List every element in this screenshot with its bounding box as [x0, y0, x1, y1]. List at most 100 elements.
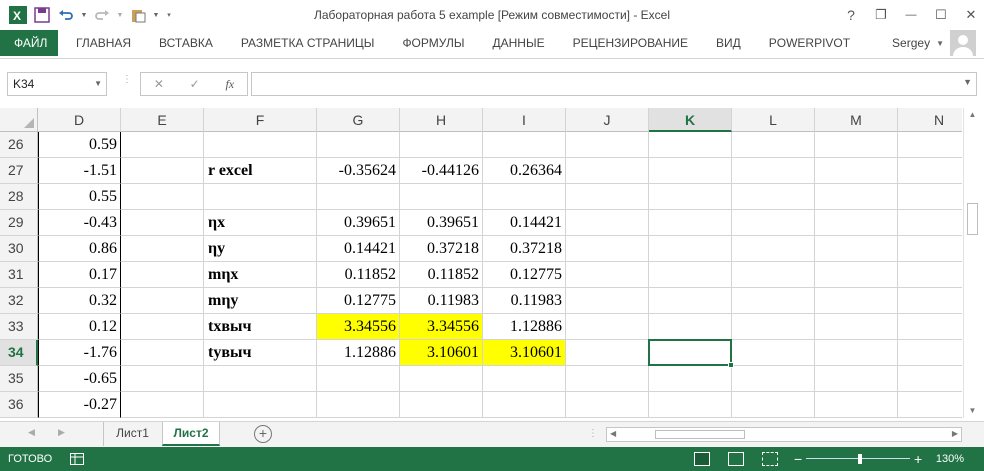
cell-l36[interactable]: [732, 392, 815, 418]
scroll-down-icon[interactable]: ▼: [964, 406, 981, 415]
cell-j34[interactable]: [566, 340, 649, 366]
vertical-scrollbar[interactable]: ▲ ▼: [963, 108, 980, 418]
cell-m30[interactable]: [815, 236, 898, 262]
cell-n29[interactable]: [898, 210, 962, 236]
cell-j28[interactable]: [566, 184, 649, 210]
scroll-right-icon[interactable]: ▶: [952, 429, 958, 438]
cell-k33[interactable]: [649, 314, 732, 340]
cell-e35[interactable]: [121, 366, 204, 392]
user-area[interactable]: Sergey ▼: [892, 28, 984, 58]
cell-m31[interactable]: [815, 262, 898, 288]
save-icon[interactable]: [30, 3, 54, 27]
tab-formulas[interactable]: ФОРМУЛЫ: [388, 30, 478, 56]
cell-i29[interactable]: 0.14421: [483, 210, 566, 236]
cell-f27[interactable]: r excel: [204, 158, 317, 184]
row-header-30[interactable]: 30: [0, 236, 38, 262]
cell-l34[interactable]: [732, 340, 815, 366]
column-header-j[interactable]: J: [566, 108, 649, 132]
tab-view[interactable]: ВИД: [702, 30, 755, 56]
cell-g35[interactable]: [317, 366, 400, 392]
cell-g33[interactable]: 3.34556: [317, 314, 400, 340]
row-header-26[interactable]: 26: [0, 132, 38, 158]
cell-e27[interactable]: [121, 158, 204, 184]
cell-l29[interactable]: [732, 210, 815, 236]
cell-g32[interactable]: 0.12775: [317, 288, 400, 314]
name-box-dropdown-icon[interactable]: ▼: [94, 73, 102, 95]
cell-d27[interactable]: -1.51: [38, 158, 121, 184]
cell-j29[interactable]: [566, 210, 649, 236]
cell-e32[interactable]: [121, 288, 204, 314]
cell-j32[interactable]: [566, 288, 649, 314]
cell-m26[interactable]: [815, 132, 898, 158]
cell-d26[interactable]: 0.59: [38, 132, 121, 158]
column-header-m[interactable]: M: [815, 108, 898, 132]
cell-g34[interactable]: 1.12886: [317, 340, 400, 366]
sheet-tab-2[interactable]: Лист2: [162, 422, 220, 446]
column-header-h[interactable]: H: [400, 108, 483, 132]
cell-k30[interactable]: [649, 236, 732, 262]
cell-l30[interactable]: [732, 236, 815, 262]
cell-k28[interactable]: [649, 184, 732, 210]
cell-h26[interactable]: [400, 132, 483, 158]
cell-n34[interactable]: [898, 340, 962, 366]
cell-f34[interactable]: tyвыч: [204, 340, 317, 366]
cell-h33[interactable]: 3.34556: [400, 314, 483, 340]
vertical-scroll-thumb[interactable]: [967, 203, 978, 235]
macro-record-icon[interactable]: [70, 453, 84, 468]
undo-icon[interactable]: [54, 3, 78, 27]
cell-n30[interactable]: [898, 236, 962, 262]
cell-h35[interactable]: [400, 366, 483, 392]
cell-g31[interactable]: 0.11852: [317, 262, 400, 288]
horizontal-scroll-thumb[interactable]: [655, 430, 745, 439]
cell-j27[interactable]: [566, 158, 649, 184]
cell-n27[interactable]: [898, 158, 962, 184]
cell-e28[interactable]: [121, 184, 204, 210]
row-header-28[interactable]: 28: [0, 184, 38, 210]
cell-n33[interactable]: [898, 314, 962, 340]
cell-i26[interactable]: [483, 132, 566, 158]
tab-data[interactable]: ДАННЫЕ: [478, 30, 558, 56]
cell-j31[interactable]: [566, 262, 649, 288]
cell-j35[interactable]: [566, 366, 649, 392]
tab-split-grip-icon[interactable]: ⋮: [588, 428, 598, 439]
cell-j36[interactable]: [566, 392, 649, 418]
cell-j30[interactable]: [566, 236, 649, 262]
cell-h32[interactable]: 0.11983: [400, 288, 483, 314]
row-header-29[interactable]: 29: [0, 210, 38, 236]
cell-k29[interactable]: [649, 210, 732, 236]
cell-f35[interactable]: [204, 366, 317, 392]
row-header-35[interactable]: 35: [0, 366, 38, 392]
cell-k32[interactable]: [649, 288, 732, 314]
sheet-tab-1[interactable]: Лист1: [103, 422, 161, 446]
cell-k36[interactable]: [649, 392, 732, 418]
cell-n36[interactable]: [898, 392, 962, 418]
cell-i31[interactable]: 0.12775: [483, 262, 566, 288]
cell-f26[interactable]: [204, 132, 317, 158]
cell-h29[interactable]: 0.39651: [400, 210, 483, 236]
cell-l33[interactable]: [732, 314, 815, 340]
zoom-slider-knob[interactable]: [858, 454, 862, 464]
cell-i36[interactable]: [483, 392, 566, 418]
cell-m36[interactable]: [815, 392, 898, 418]
cell-h36[interactable]: [400, 392, 483, 418]
page-layout-view-icon[interactable]: [728, 452, 744, 466]
redo-dropdown-icon[interactable]: ▼: [114, 3, 126, 27]
scroll-up-icon[interactable]: ▲: [964, 110, 981, 119]
tab-powerpivot[interactable]: POWERPIVOT: [755, 30, 864, 56]
cell-h30[interactable]: 0.37218: [400, 236, 483, 262]
row-header-31[interactable]: 31: [0, 262, 38, 288]
column-header-k[interactable]: K: [649, 108, 732, 132]
minimize-button[interactable]: —: [896, 0, 926, 30]
cell-i33[interactable]: 1.12886: [483, 314, 566, 340]
column-header-e[interactable]: E: [121, 108, 204, 132]
select-all-corner[interactable]: [0, 108, 38, 132]
cell-e31[interactable]: [121, 262, 204, 288]
zoom-in-button[interactable]: +: [914, 447, 922, 471]
row-header-27[interactable]: 27: [0, 158, 38, 184]
cell-i30[interactable]: 0.37218: [483, 236, 566, 262]
cell-d35[interactable]: -0.65: [38, 366, 121, 392]
cell-l26[interactable]: [732, 132, 815, 158]
cell-d34[interactable]: -1.76: [38, 340, 121, 366]
normal-view-icon[interactable]: [694, 452, 710, 466]
customize-qat-icon[interactable]: ▾: [162, 3, 176, 27]
